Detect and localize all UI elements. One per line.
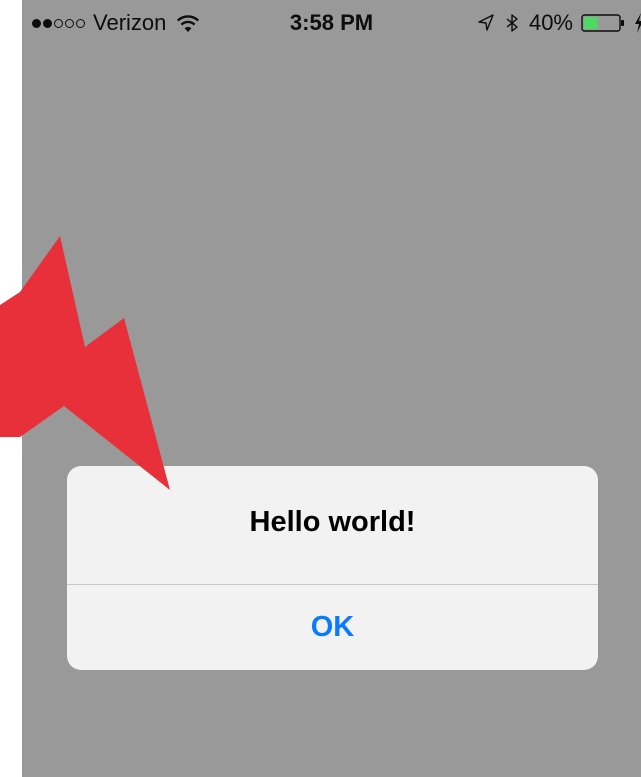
ok-button[interactable]: OK [67,585,598,670]
signal-strength-icon [32,18,85,28]
signal-dot [65,18,74,28]
status-bar: Verizon 3:58 PM 40% [22,0,641,46]
battery-percent: 40% [528,10,573,35]
wifi-icon [177,15,200,32]
battery-icon [581,14,624,32]
alert-dialog: Hello world! OK [67,466,598,670]
status-right: 40% [477,10,641,36]
location-icon [478,14,494,31]
signal-dot [76,18,85,28]
signal-dot [43,18,52,28]
bluetooth-icon [506,14,518,32]
battery-level-fill [584,17,598,29]
signal-dot [32,18,41,28]
status-left: Verizon [32,10,200,36]
alert-title: Hello world! [249,506,416,538]
charging-bolt-icon [635,13,641,33]
carrier-name: Verizon [93,10,167,35]
signal-dot [54,18,63,28]
